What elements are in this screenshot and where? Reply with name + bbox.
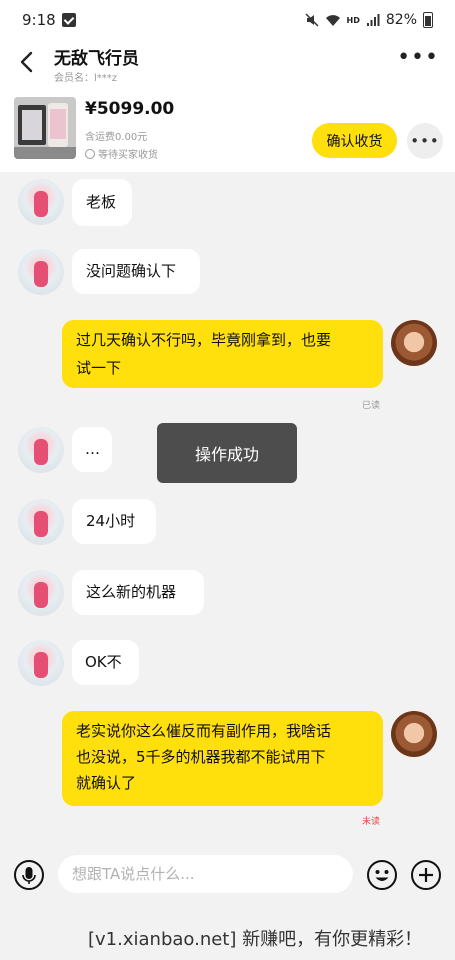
plus-icon[interactable] — [410, 859, 442, 891]
back-arrow-icon[interactable] — [14, 48, 42, 76]
success-toast: 操作成功 — [157, 423, 297, 483]
member-label: 会员名：l***z — [54, 73, 118, 84]
seller-name: 无敌飞行员 — [54, 49, 139, 69]
message-text: OK不 — [85, 653, 122, 671]
message-text: 这么新的机器 — [86, 583, 177, 601]
watermark-text: [v1.xianbao.net] 新赚吧，有你更精彩！ — [88, 929, 423, 950]
message-text: … — [85, 440, 100, 458]
message-bubble-incoming[interactable]: … — [72, 427, 112, 472]
status-icons: HD 82% — [305, 10, 433, 30]
message-line: 过几天确认不行吗，毕竟刚拿到，也要 — [76, 331, 332, 349]
notification-check-icon — [62, 13, 76, 27]
message-bubble-incoming[interactable]: 没问题确认下 — [72, 249, 200, 294]
message-text: 没问题确认下 — [86, 262, 177, 280]
status-time: 9:18 — [22, 11, 56, 29]
seller-avatar[interactable] — [18, 640, 64, 686]
message-bubble-outgoing[interactable]: 老实说你这么催反而有副作用，我啥话 也没说，5千多的机器我都不能试用下 就确认了 — [62, 711, 383, 806]
chat-header: 无敌飞行员 会员名：l***z ••• — [0, 40, 455, 90]
seller-avatar[interactable] — [18, 570, 64, 616]
input-bar — [0, 845, 455, 905]
message-bubble-outgoing[interactable]: 过几天确认不行吗，毕竟刚拿到，也要 试一下 — [62, 320, 383, 388]
message-text: 24小时 — [86, 512, 136, 530]
seller-avatar[interactable] — [18, 179, 64, 225]
signal-icon — [366, 14, 380, 26]
message-text: 老板 — [86, 193, 117, 211]
order-card[interactable]: ¥5099.00 含运费0.00元 等待买家收货 确认收货 ••• — [0, 90, 455, 172]
message-input[interactable] — [58, 855, 353, 893]
seller-avatar[interactable] — [18, 499, 64, 545]
battery-icon — [423, 12, 433, 28]
order-more-icon[interactable]: ••• — [407, 123, 443, 159]
emoji-icon[interactable] — [366, 859, 398, 891]
buyer-avatar[interactable] — [391, 711, 437, 757]
message-line: 也没说，5千多的机器我都不能试用下 — [76, 748, 326, 766]
confirm-receipt-button[interactable]: 确认收货 — [312, 123, 397, 158]
product-thumbnail[interactable] — [14, 97, 76, 159]
order-status-text: 等待买家收货 — [98, 150, 158, 161]
clock-icon — [85, 148, 95, 159]
wifi-icon — [325, 15, 340, 26]
message-line: 就确认了 — [76, 774, 137, 792]
order-status: 等待买家收货 — [85, 146, 158, 161]
shipping-fee: 含运费0.00元 — [85, 132, 148, 143]
order-price: ¥5099.00 — [85, 99, 175, 119]
read-receipt: 已读 — [362, 401, 381, 411]
buyer-avatar[interactable] — [391, 320, 437, 366]
unread-receipt: 未读 — [362, 817, 381, 827]
message-bubble-incoming[interactable]: 24小时 — [72, 499, 156, 544]
battery-percent: 82% — [385, 12, 417, 28]
message-bubble-incoming[interactable]: OK不 — [72, 640, 139, 685]
message-line: 老实说你这么催反而有副作用，我啥话 — [76, 722, 332, 740]
message-line: 试一下 — [76, 359, 122, 377]
microphone-icon[interactable] — [13, 859, 45, 891]
status-bar: 9:18 HD 82% — [0, 0, 455, 40]
seller-avatar[interactable] — [18, 427, 64, 473]
mute-icon — [305, 13, 319, 27]
seller-avatar[interactable] — [18, 249, 64, 295]
message-bubble-incoming[interactable]: 这么新的机器 — [72, 570, 204, 615]
more-options-icon[interactable]: ••• — [397, 47, 439, 69]
message-bubble-incoming[interactable]: 老板 — [72, 179, 132, 226]
hd-icon: HD — [346, 15, 360, 25]
